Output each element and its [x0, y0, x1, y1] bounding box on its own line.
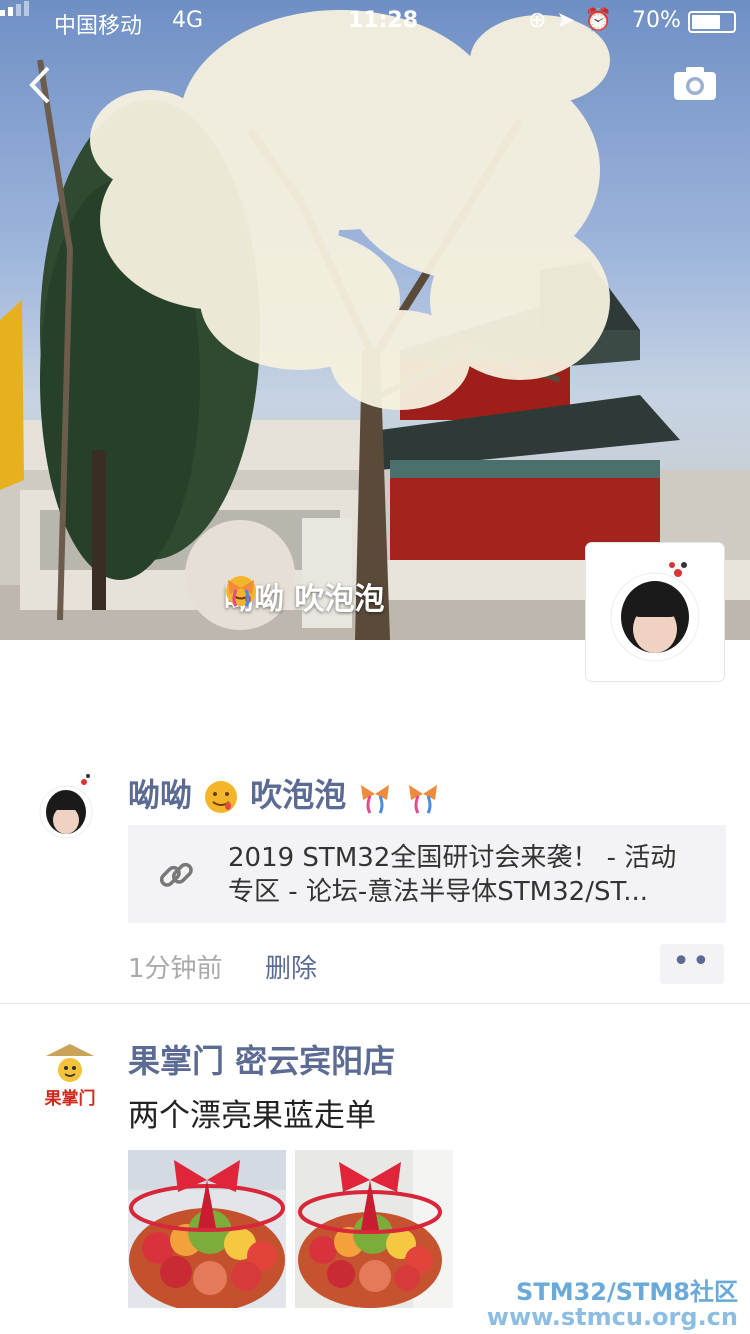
brand-logo-text: 果掌门: [45, 1088, 96, 1109]
alarm-icon: ⏰: [584, 8, 623, 33]
ribbon-emoji-icon: [361, 785, 390, 814]
status-bar: 中国移动 4G 11:28 ⊕➤⏰ 70%: [0, 0, 750, 40]
lock-rotation-icon: ⊕: [528, 8, 557, 33]
site-watermark: STM32/STM8社区 www.stmcu.org.cn: [486, 1277, 738, 1331]
post-photo[interactable]: [128, 1150, 286, 1308]
post-author-name[interactable]: 果掌门 密云宾阳店: [128, 1036, 395, 1082]
clock: 11:28: [348, 8, 419, 33]
status-icons: ⊕➤⏰: [528, 8, 622, 33]
drooling-face-emoji-icon: [205, 781, 238, 813]
battery-icon: [688, 11, 736, 33]
fruit-basket-image: [295, 1150, 453, 1308]
cover-name-suffix: 吹泡泡: [294, 582, 385, 617]
camera-button[interactable]: [672, 64, 718, 104]
post-photo[interactable]: [295, 1150, 453, 1308]
chevron-left-icon: [29, 66, 50, 104]
avatar: [610, 562, 700, 662]
carrier-label: 中国移动: [54, 14, 143, 39]
fruit-basket-image: [128, 1150, 286, 1308]
post-text: 两个漂亮果蓝走单: [128, 1098, 376, 1134]
delete-button[interactable]: 删除: [265, 948, 317, 985]
link-title: 2019 STM32全国研讨会来袭！ - 活动 专区 - 论坛-意法半导体STM…: [228, 843, 677, 907]
post-author-suffix: 吹泡泡: [250, 776, 347, 814]
watermark-line2: www.stmcu.org.cn: [486, 1302, 738, 1331]
link-icon: [159, 862, 193, 887]
post-author-name[interactable]: 呦呦 吹泡泡: [128, 770, 441, 816]
battery-percent: 70%: [632, 8, 681, 33]
more-options-button[interactable]: ••: [660, 944, 724, 984]
watermark-line1: STM32/STM8社区: [516, 1277, 738, 1306]
cover-profile-name: 呦呦 吹泡泡: [224, 574, 384, 618]
network-label: 4G: [172, 8, 204, 33]
back-button[interactable]: [24, 60, 64, 110]
shared-link-card[interactable]: 2019 STM32全国研讨会来袭！ - 活动 专区 - 论坛-意法半导体STM…: [128, 825, 726, 923]
location-icon: ➤: [556, 8, 585, 33]
post-author-text: 呦呦: [128, 776, 193, 814]
battery-fill: [692, 15, 720, 29]
ribbon-emoji-icon: [408, 785, 437, 814]
signal-icon: [0, 1, 29, 16]
post-timestamp: 1分钟前: [128, 954, 223, 984]
post-avatar[interactable]: [26, 770, 106, 850]
brand-logo-icon: 果掌门: [45, 1044, 96, 1109]
profile-avatar[interactable]: [586, 543, 724, 681]
post-divider: [0, 1003, 750, 1004]
post-avatar[interactable]: 果掌门: [30, 1040, 110, 1120]
avatar: [39, 774, 93, 839]
camera-icon: [674, 67, 716, 100]
ribbon-emoji-icon: [228, 580, 254, 607]
